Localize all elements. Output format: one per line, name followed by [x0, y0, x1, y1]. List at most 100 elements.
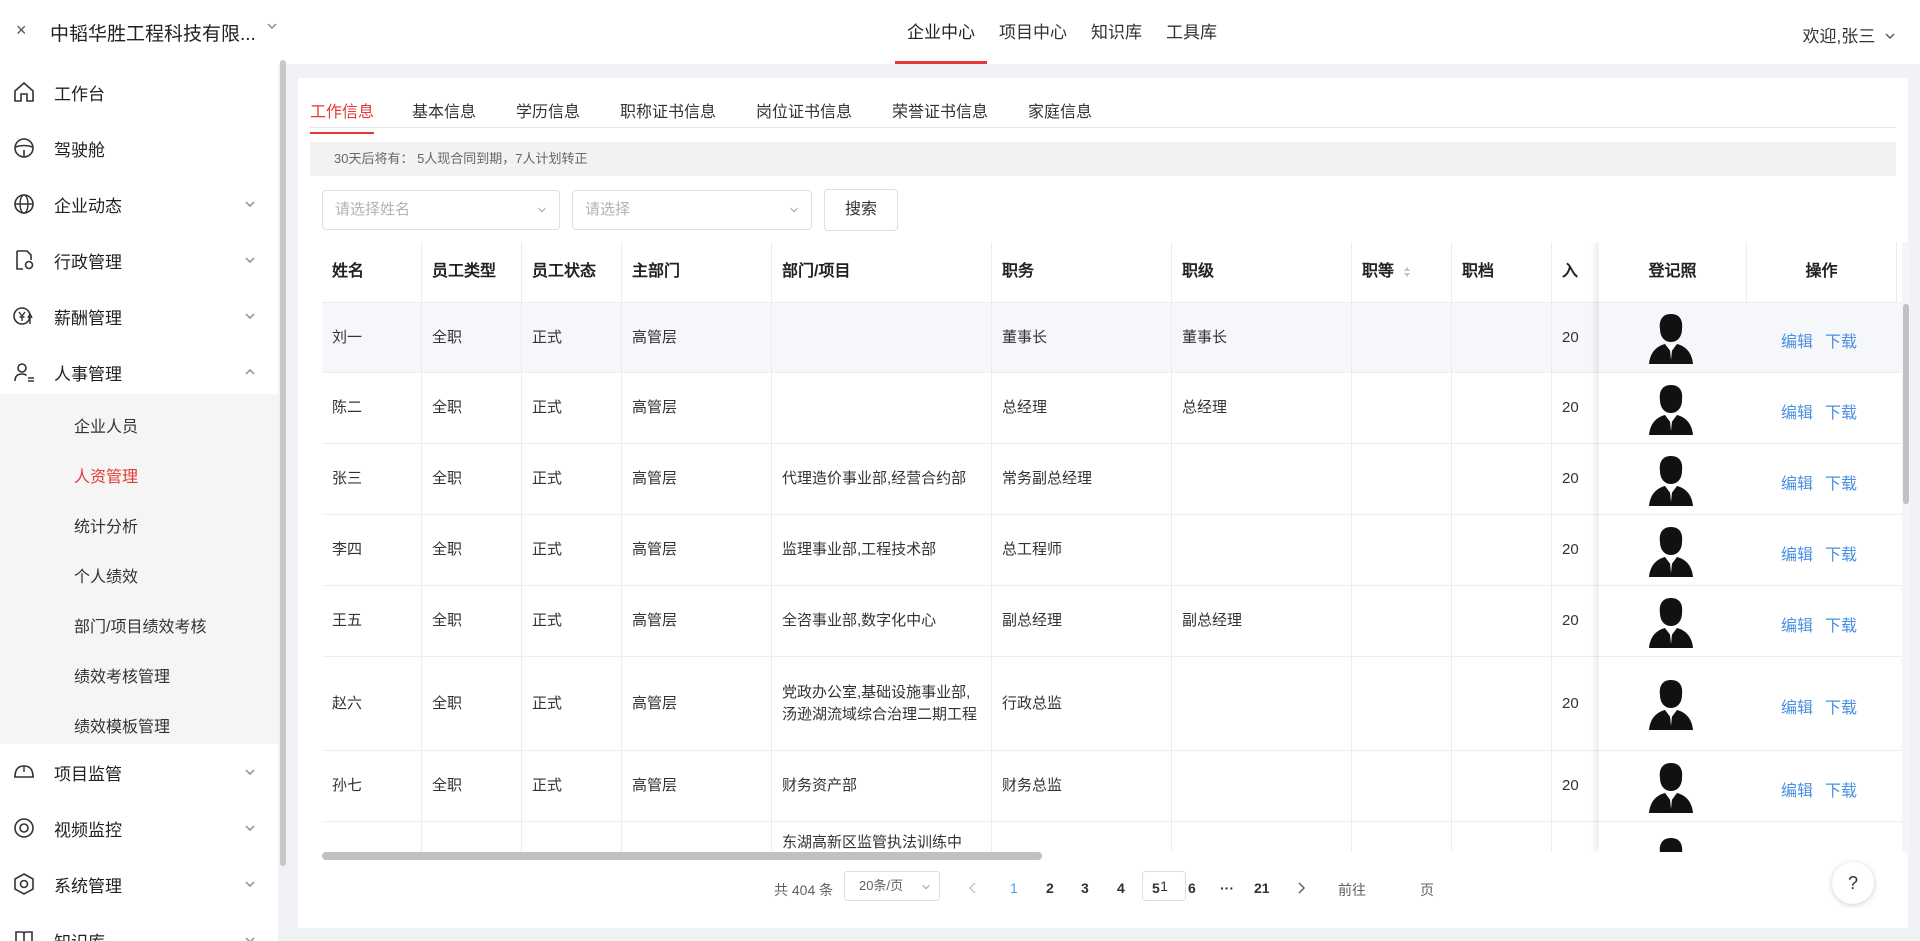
- submenu-item-hr-management[interactable]: 人资管理: [74, 463, 138, 487]
- tab-basic-info[interactable]: 基本信息: [412, 98, 476, 122]
- sidebar: 工作台 驾驶舱 企业动态 行政管理 薪酬管理 人事管理 企业人员 人资管理 统计…: [0, 64, 278, 941]
- page-4[interactable]: 4: [1117, 880, 1125, 896]
- cell-level: [1452, 303, 1552, 372]
- page-size-select[interactable]: 20条/页: [844, 871, 940, 901]
- edit-link[interactable]: 编辑: [1781, 777, 1813, 801]
- sidebar-item-project-supervision[interactable]: 项目监管: [0, 744, 278, 800]
- cell-status: 正式: [522, 751, 622, 821]
- filter-select[interactable]: 请选择: [572, 190, 812, 230]
- cell-dept: 代理造价事业部,经营合约部: [772, 444, 992, 514]
- download-link[interactable]: 下载: [1825, 612, 1857, 636]
- submenu-item-statistics[interactable]: 统计分析: [74, 513, 138, 537]
- prev-page-icon[interactable]: [968, 882, 978, 894]
- download-link[interactable]: 下载: [1825, 777, 1857, 801]
- sidebar-scrollbar[interactable]: [280, 60, 286, 866]
- submenu-item-performance-templates[interactable]: 绩效模板管理: [74, 713, 170, 737]
- cell-main-dept: 高管层: [622, 751, 772, 821]
- submenu-item-performance-management[interactable]: 绩效考核管理: [74, 663, 170, 687]
- goto-page-input[interactable]: 1: [1142, 871, 1186, 901]
- cell-rank: 副总经理: [1172, 586, 1352, 656]
- page-1[interactable]: 1: [1010, 880, 1018, 896]
- company-name[interactable]: 中韬华胜工程科技有限...: [50, 19, 256, 46]
- submenu-item-staff[interactable]: 企业人员: [74, 413, 138, 437]
- next-page-icon[interactable]: [1296, 882, 1306, 894]
- page-ellipsis[interactable]: ···: [1220, 880, 1234, 896]
- tab-title-cert-info[interactable]: 职称证书信息: [620, 98, 716, 122]
- yen-icon: [13, 307, 33, 325]
- sidebar-item-salary[interactable]: 薪酬管理: [0, 288, 278, 344]
- edit-link[interactable]: 编辑: [1781, 541, 1813, 565]
- chevron-down-icon: [245, 937, 255, 941]
- sort-icon[interactable]: [1402, 265, 1412, 279]
- cell-rank: [1172, 657, 1352, 750]
- sidebar-item-news[interactable]: 企业动态: [0, 176, 278, 232]
- sidebar-item-label: 人事管理: [54, 364, 122, 384]
- tab-post-cert-info[interactable]: 岗位证书信息: [756, 98, 852, 122]
- col-header-grade[interactable]: 职等: [1352, 242, 1452, 302]
- search-button[interactable]: 搜索: [824, 189, 898, 231]
- edit-link[interactable]: 编辑: [1781, 399, 1813, 423]
- sidebar-item-workbench[interactable]: 工作台: [0, 64, 278, 120]
- tab-honor-cert-info[interactable]: 荣誉证书信息: [892, 98, 988, 122]
- person-photo-icon: [1649, 384, 1693, 435]
- name-select[interactable]: 请选择姓名: [322, 190, 560, 230]
- nav-toolbox[interactable]: 工具库: [1154, 0, 1229, 64]
- cell-type: 全职: [422, 515, 522, 585]
- download-link[interactable]: 下载: [1825, 541, 1857, 565]
- table-row-fixed: [1599, 821, 1902, 852]
- page-21[interactable]: 21: [1254, 880, 1270, 896]
- welcome-text: 欢迎,张三: [1802, 27, 1876, 46]
- cell-status: 正式: [522, 373, 622, 443]
- nav-enterprise-center[interactable]: 企业中心: [895, 0, 987, 64]
- table-vertical-scrollbar[interactable]: [1902, 242, 1910, 852]
- table-row-fixed: 编辑 下载: [1599, 514, 1902, 585]
- book-icon: [15, 931, 33, 941]
- nav-project-center[interactable]: 项目中心: [987, 0, 1079, 64]
- download-link[interactable]: 下载: [1825, 328, 1857, 352]
- edit-link[interactable]: 编辑: [1781, 470, 1813, 494]
- vertical-scroll-thumb[interactable]: [1903, 304, 1909, 504]
- user-menu[interactable]: 欢迎,张三: [1803, 22, 1896, 47]
- close-icon[interactable]: ×: [16, 20, 27, 41]
- download-link[interactable]: 下载: [1825, 470, 1857, 494]
- submenu-item-personal-performance[interactable]: 个人绩效: [74, 563, 138, 587]
- help-button[interactable]: ?: [1832, 862, 1874, 904]
- sidebar-item-label: 薪酬管理: [54, 308, 122, 328]
- chevron-up-icon: [245, 369, 255, 375]
- nav-knowledge-base[interactable]: 知识库: [1079, 0, 1154, 64]
- chevron-down-icon[interactable]: [266, 20, 278, 32]
- edit-link[interactable]: 编辑: [1781, 328, 1813, 352]
- tab-education-info[interactable]: 学历信息: [516, 98, 580, 122]
- cell-rank: 总经理: [1172, 373, 1352, 443]
- tab-family-info[interactable]: 家庭信息: [1028, 98, 1092, 122]
- sidebar-item-system[interactable]: 系统管理: [0, 856, 278, 912]
- staff-table: 姓名 员工类型 员工状态 主部门 部门/项目 职务 职级 职等 职档 入 刘一全…: [322, 242, 1912, 852]
- download-link[interactable]: 下载: [1825, 399, 1857, 423]
- cell-grade: [1352, 751, 1452, 821]
- sidebar-item-video[interactable]: 视频监控: [0, 800, 278, 856]
- edit-link[interactable]: 编辑: [1781, 612, 1813, 636]
- table-horizontal-scrollbar[interactable]: [322, 852, 1042, 860]
- tab-work-info[interactable]: 工作信息: [310, 98, 375, 134]
- sidebar-item-hr[interactable]: 人事管理: [0, 344, 278, 400]
- submenu-item-dept-performance[interactable]: 部门/项目绩效考核: [74, 613, 206, 637]
- sidebar-item-admin[interactable]: 行政管理: [0, 232, 278, 288]
- edit-link[interactable]: 编辑: [1781, 694, 1813, 718]
- page-6[interactable]: 6: [1188, 880, 1196, 896]
- page-3[interactable]: 3: [1081, 880, 1089, 896]
- sidebar-item-knowledge[interactable]: 知识库: [0, 912, 278, 941]
- chevron-down-icon: [245, 769, 255, 775]
- steering-wheel-icon: [14, 138, 34, 158]
- main-panel: 工作信息 基本信息 学历信息 职称证书信息 岗位证书信息 荣誉证书信息 家庭信息…: [298, 78, 1910, 928]
- cell-rank: [1172, 822, 1352, 852]
- table-row-fixed: 编辑 下载: [1599, 585, 1902, 656]
- contract-notice: 30天后将有： 5人现合同到期，7人计划转正: [310, 142, 1896, 176]
- download-link[interactable]: 下载: [1825, 694, 1857, 718]
- cell-name: 孙七: [322, 751, 422, 821]
- cell-level: [1452, 822, 1552, 852]
- page-2[interactable]: 2: [1046, 880, 1054, 896]
- cell-status: 正式: [522, 586, 622, 656]
- table-row-fixed: 编辑 下载: [1599, 656, 1902, 750]
- sidebar-item-cockpit[interactable]: 驾驶舱: [0, 120, 278, 176]
- cell-position: 总经理: [992, 373, 1172, 443]
